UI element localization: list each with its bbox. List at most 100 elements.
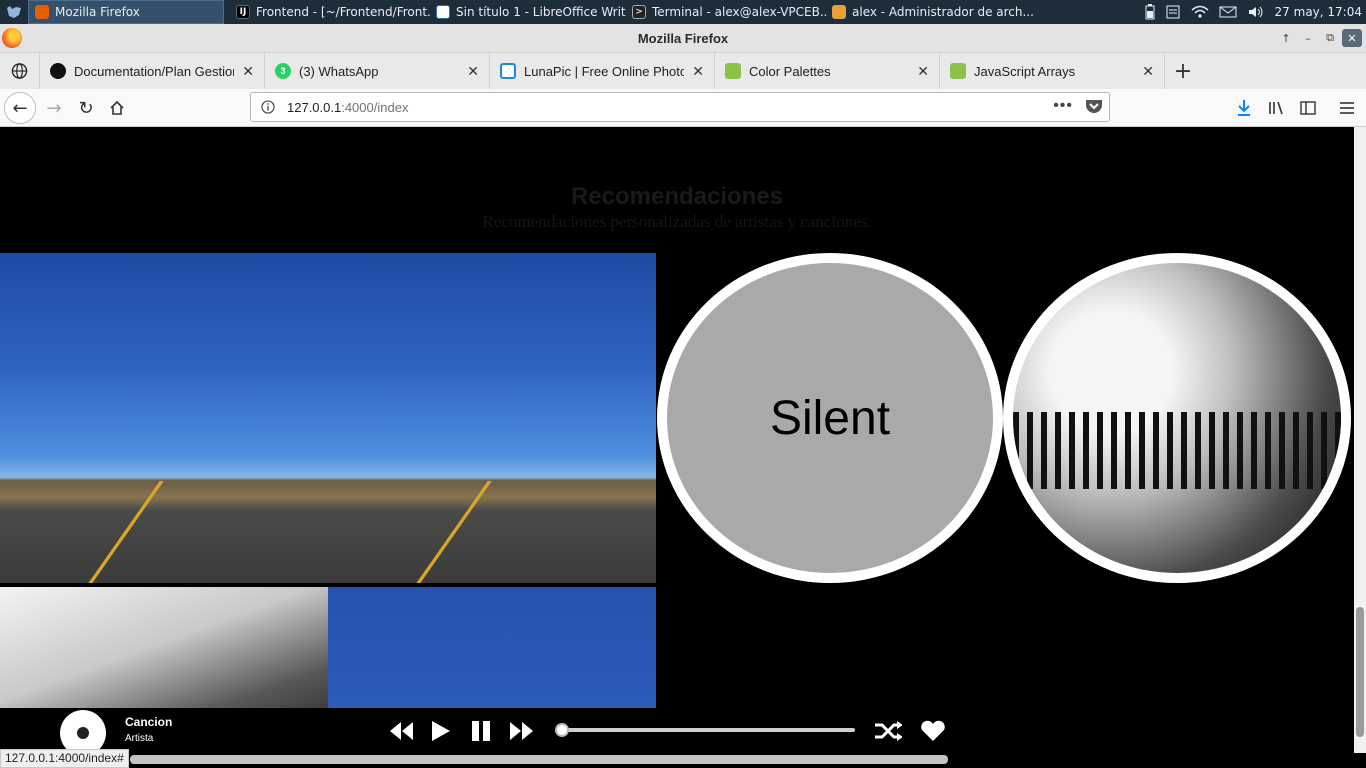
close-window-button[interactable]: ✕ [1342,29,1362,47]
start-menu-icon[interactable] [0,0,28,24]
tab-label: Documentation/Plan Gestion [74,63,235,79]
shuffle-icon [875,721,902,741]
task-file-manager[interactable]: alex - Administrador de arch... [826,0,1036,24]
home-icon [110,100,124,115]
fast-forward-icon [510,722,533,740]
tab-label: (3) WhatsApp [299,63,379,79]
library-icon [1269,101,1283,115]
recommendation-image-road-1[interactable] [0,253,328,583]
rewind-button[interactable] [387,718,415,744]
page-content: Recomendaciones Recomendaciones personal… [0,127,1354,753]
recommendation-image-road-2[interactable] [328,253,656,583]
writer-icon [436,5,450,19]
close-tab-icon[interactable]: ✕ [692,63,704,80]
forward-button[interactable]: → [38,92,70,124]
home-folder-icon [832,5,846,19]
horizontal-scrollbar[interactable] [130,755,948,764]
tab-label: LunaPic | Free Online Photo E [524,63,685,79]
vertical-scrollbar[interactable] [1354,127,1366,753]
favorite-button[interactable] [919,718,947,744]
back-button[interactable]: ← [4,92,36,124]
music-player-bar: Cancion Artista [0,708,1354,756]
task-intellij[interactable]: IJ Frontend - [~/Frontend/Front... [230,0,430,24]
heart-icon [921,720,945,741]
clock[interactable]: 27 may, 17:04 [1275,5,1362,19]
downloads-button[interactable] [1228,92,1260,124]
pause-button[interactable] [467,718,495,744]
battery-icon[interactable] [1145,4,1155,20]
window-controls: ↑ – ⧉ ✕ [1276,29,1362,47]
keep-above-icon[interactable]: ↑ [1276,29,1296,47]
artist-circle-silent[interactable]: Silent [657,253,1003,583]
navigation-toolbar: ← → ↻ 127.0.0.1:4000/index ••• [0,89,1366,127]
task-label: Sin título 1 - LibreOffice Writer [456,5,626,19]
maximize-button[interactable]: ⧉ [1320,29,1340,47]
play-icon [432,721,450,741]
artist-circle-photo[interactable] [1003,253,1351,583]
tab-documentation[interactable]: Documentation/Plan Gestion ✕ [40,53,265,89]
github-icon [50,63,66,79]
new-tab-button[interactable]: + [1165,53,1201,89]
page-title: Recomendaciones [570,183,784,210]
close-tab-icon[interactable]: ✕ [917,63,929,80]
page-actions-icon[interactable]: ••• [1053,97,1073,115]
close-tab-icon[interactable]: ✕ [242,63,254,80]
pinned-tab[interactable] [0,53,40,89]
window-title: Mozilla Firefox [637,31,729,46]
fence-graphic [1013,411,1341,490]
task-label: alex - Administrador de arch... [852,5,1034,19]
w3schools-icon [950,63,966,79]
task-libreoffice[interactable]: Sin título 1 - LibreOffice Writer [430,0,626,24]
song-progress-handle[interactable] [555,723,569,737]
task-label: Mozilla Firefox [55,5,140,19]
menu-button[interactable] [1331,92,1363,124]
url-bar[interactable]: 127.0.0.1:4000/index ••• [250,92,1110,122]
task-label: Terminal - alex@alex-VPCEB... [652,5,826,19]
scrollbar-thumb[interactable] [1356,607,1364,737]
clipboard-icon[interactable] [1165,5,1181,19]
shuffle-button[interactable] [874,718,902,744]
tab-lunapic[interactable]: LunaPic | Free Online Photo E ✕ [490,53,715,89]
mail-icon[interactable] [1219,6,1237,18]
firefox-icon [35,5,49,19]
close-tab-icon[interactable]: ✕ [1142,63,1154,80]
system-tray: 27 may, 17:04 [1145,0,1366,24]
tab-javascript-arrays[interactable]: JavaScript Arrays ✕ [940,53,1165,89]
tab-label: JavaScript Arrays [974,63,1076,79]
status-bar-url: 127.0.0.1:4000/index# [0,749,129,768]
w3schools-icon [725,63,741,79]
url-actions: ••• [1053,97,1103,115]
minimize-button[interactable]: – [1298,29,1318,47]
globe-icon [11,63,28,79]
window-titlebar: Mozilla Firefox ↑ – ⧉ ✕ [0,24,1366,53]
tab-strip: Documentation/Plan Gestion ✕ 3 (3) Whats… [0,53,1366,89]
terminal-icon: > [632,5,646,19]
song-title: Cancion [125,715,173,729]
intellij-icon: IJ [236,5,250,19]
pocket-icon[interactable] [1085,98,1103,114]
reload-button[interactable]: ↻ [70,92,102,124]
lunapic-icon [500,63,516,79]
song-progress-track[interactable] [562,728,855,732]
info-icon[interactable] [261,100,275,114]
desktop-taskbar: Mozilla Firefox IJ Frontend - [~/Fronten… [0,0,1366,24]
home-button[interactable] [101,92,133,124]
close-tab-icon[interactable]: ✕ [467,63,479,80]
sidebar-icon [1300,101,1316,115]
tab-label: Color Palettes [749,63,831,79]
download-icon [1238,100,1250,116]
hamburger-menu-icon [1340,102,1354,114]
volume-icon[interactable] [1247,5,1265,19]
page-subtitle: Recomendaciones personalizadas de artist… [482,212,872,231]
pause-icon [472,721,490,741]
tab-whatsapp[interactable]: 3 (3) WhatsApp ✕ [265,53,490,89]
wifi-icon[interactable] [1191,5,1209,19]
tab-color-palettes[interactable]: Color Palettes ✕ [715,53,940,89]
fast-forward-button[interactable] [508,718,536,744]
task-terminal[interactable]: > Terminal - alex@alex-VPCEB... [626,0,826,24]
library-button[interactable] [1260,92,1292,124]
sidebar-button[interactable] [1292,92,1324,124]
artist-name: Silent [769,391,891,445]
task-firefox[interactable]: Mozilla Firefox [28,0,224,24]
play-button[interactable] [426,718,454,744]
